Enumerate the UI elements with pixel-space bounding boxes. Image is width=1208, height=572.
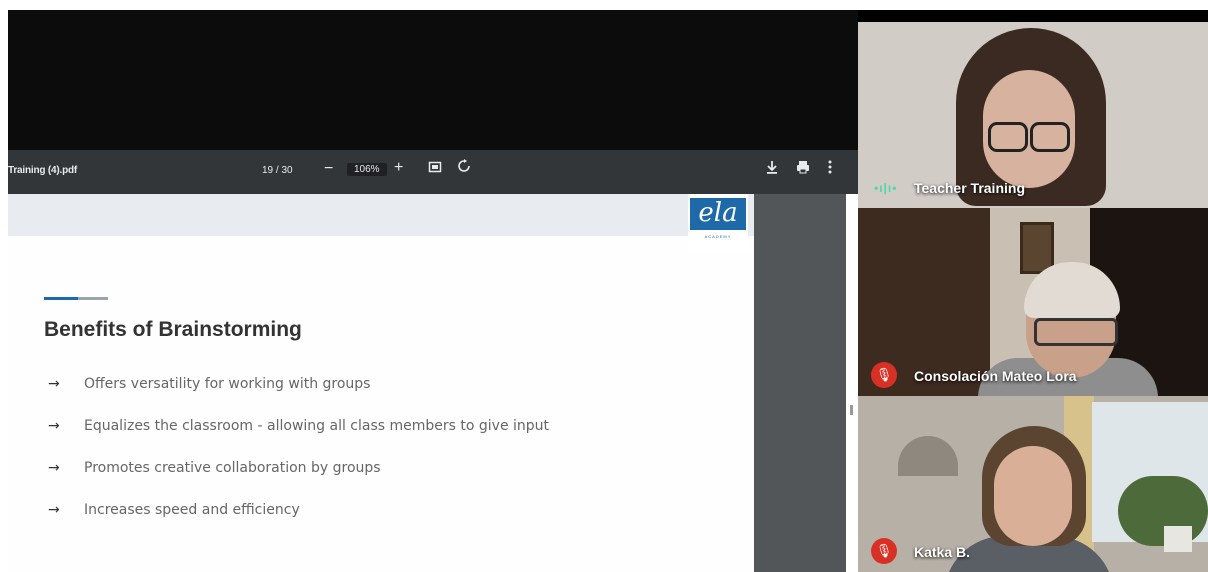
print-icon[interactable] (796, 160, 810, 177)
list-item: → Equalizes the classroom - allowing all … (48, 418, 549, 460)
bullet-text: Offers versatility for working with grou… (84, 376, 371, 392)
arrow-icon: → (48, 502, 60, 518)
rotate-icon[interactable] (457, 159, 471, 177)
meeting-window: Training (4).pdf 19 / 30 − 106% + ela AC… (8, 10, 1208, 572)
participant-tile-consolacion[interactable]: 🎙 Consolación Mateo Lora (858, 208, 1208, 396)
panel-divider[interactable] (846, 194, 858, 572)
ela-logo: ela ACADEMY (688, 194, 748, 252)
resize-handle[interactable] (850, 405, 853, 415)
presentation-slide: ela ACADEMY Benefits of Brainstorming → O… (8, 194, 754, 572)
list-item: → Promotes creative collaboration by grou… (48, 460, 549, 502)
page-indicator[interactable]: 19 / 30 (262, 165, 293, 176)
arrow-icon: → (48, 418, 60, 434)
file-title: Training (4).pdf (8, 165, 78, 176)
logo-mark: ela (690, 198, 746, 230)
bullet-text: Increases speed and efficiency (84, 502, 300, 518)
arrow-icon: → (48, 460, 60, 476)
logo-subtext: ACADEMY (704, 234, 732, 239)
zoom-in-button[interactable]: + (394, 159, 403, 177)
empty-presentation-area (8, 10, 858, 150)
pdf-toolbar: Training (4).pdf 19 / 30 − 106% + (8, 150, 858, 194)
zoom-out-button[interactable]: − (324, 160, 333, 178)
bullet-text: Equalizes the classroom - allowing all c… (84, 418, 550, 434)
slide-title: Benefits of Brainstorming (44, 318, 302, 341)
zoom-level[interactable]: 106% (347, 163, 387, 176)
fit-page-icon[interactable] (428, 160, 442, 177)
bullet-list: → Offers versatility for working with gro… (48, 376, 549, 544)
mic-muted-icon: 🎙 (871, 362, 897, 388)
bullet-text: Promotes creative collaboration by group… (84, 460, 381, 476)
participant-name: Katka B. (914, 544, 971, 560)
list-item: → Increases speed and efficiency (48, 502, 549, 544)
arrow-icon: → (48, 376, 60, 392)
pdf-viewer-margin (754, 194, 846, 572)
more-vert-icon[interactable] (828, 160, 832, 177)
slide-header-band (8, 194, 754, 236)
participant-tile-katka[interactable]: 🎙 Katka B. (858, 396, 1208, 572)
title-accent-line (44, 297, 108, 300)
mic-muted-icon: 🎙 (871, 538, 897, 564)
download-icon[interactable] (766, 160, 778, 177)
participant-name: Teacher Training (914, 180, 1025, 196)
list-item: → Offers versatility for working with gro… (48, 376, 549, 418)
participant-tile-teacher-training[interactable]: •ı|ı• Teacher Training (858, 22, 1208, 208)
speaking-indicator-icon: •ı|ı• (874, 181, 898, 195)
participant-name: Consolación Mateo Lora (914, 368, 1077, 384)
